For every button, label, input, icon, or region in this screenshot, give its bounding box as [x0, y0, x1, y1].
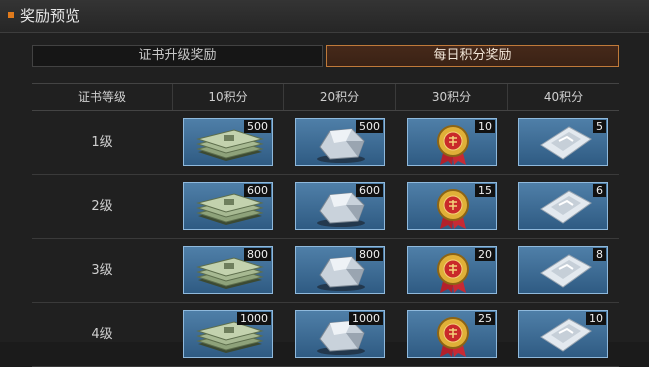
reward-quantity: 800 — [244, 248, 271, 261]
table-row: 2级 600 600 15 6 — [32, 175, 619, 239]
reward-slot[interactable]: 10 — [518, 310, 608, 358]
reward-slot[interactable]: 600 — [183, 182, 273, 230]
reward-quantity: 8 — [593, 248, 606, 261]
reward-slot[interactable]: 8 — [518, 246, 608, 294]
reward-quantity: 1000 — [237, 312, 271, 325]
table-row: 4级 1000 1000 25 10 — [32, 303, 619, 367]
table-row: 1级 500 500 10 5 — [32, 111, 619, 175]
reward-quantity: 10 — [586, 312, 606, 325]
column-header-30pts: 30积分 — [395, 84, 507, 110]
level-label: 4级 — [91, 327, 113, 342]
column-header-40pts: 40积分 — [507, 84, 619, 110]
page-title: 奖励预览 — [20, 7, 81, 25]
reward-quantity: 800 — [356, 248, 383, 261]
reward-slot[interactable]: 20 — [407, 246, 497, 294]
reward-slot[interactable]: 600 — [295, 182, 385, 230]
reward-slot[interactable]: 15 — [407, 182, 497, 230]
reward-quantity: 500 — [356, 120, 383, 133]
level-label: 2级 — [91, 199, 113, 214]
reward-quantity: 600 — [356, 184, 383, 197]
tab-cert-upgrade-rewards[interactable]: 证书升级奖励 — [32, 45, 323, 67]
reward-slot[interactable]: 500 — [295, 118, 385, 166]
reward-quantity: 25 — [475, 312, 495, 325]
reward-slot[interactable]: 800 — [295, 246, 385, 294]
column-header-20pts: 20积分 — [283, 84, 395, 110]
level-label: 1级 — [91, 135, 113, 150]
reward-slot[interactable]: 800 — [183, 246, 273, 294]
reward-slot[interactable]: 5 — [518, 118, 608, 166]
reward-slot[interactable]: 6 — [518, 182, 608, 230]
column-header-10pts: 10积分 — [172, 84, 283, 110]
reward-quantity: 500 — [244, 120, 271, 133]
reward-quantity: 10 — [475, 120, 495, 133]
title-marker-icon — [8, 12, 14, 18]
reward-quantity: 15 — [475, 184, 495, 197]
reward-quantity: 600 — [244, 184, 271, 197]
level-label: 3级 — [91, 263, 113, 278]
reward-quantity: 6 — [593, 184, 606, 197]
window-header: 奖励预览 — [0, 0, 649, 33]
table-header-row: 证书等级 10积分 20积分 30积分 40积分 — [32, 83, 619, 111]
tab-daily-points-rewards[interactable]: 每日积分奖励 — [326, 45, 619, 67]
reward-quantity: 20 — [475, 248, 495, 261]
table-row: 3级 800 800 20 8 — [32, 239, 619, 303]
reward-slot[interactable]: 25 — [407, 310, 497, 358]
reward-slot[interactable]: 10 — [407, 118, 497, 166]
reward-slot[interactable]: 1000 — [295, 310, 385, 358]
reward-quantity: 5 — [593, 120, 606, 133]
column-header-level: 证书等级 — [77, 90, 126, 104]
reward-slot[interactable]: 1000 — [183, 310, 273, 358]
reward-quantity: 1000 — [349, 312, 383, 325]
reward-slot[interactable]: 500 — [183, 118, 273, 166]
